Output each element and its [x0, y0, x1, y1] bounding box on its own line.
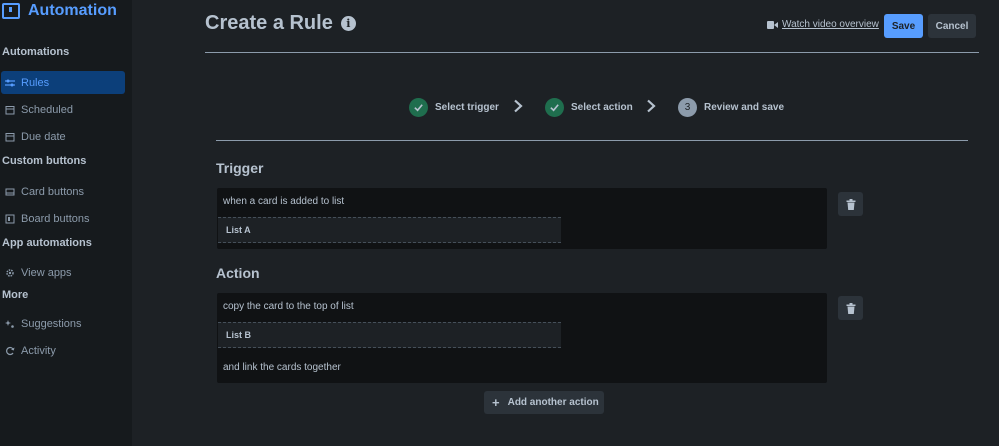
check-icon: [545, 97, 564, 117]
action-heading: Action: [216, 265, 260, 281]
trigger-list-select[interactable]: List A: [218, 217, 561, 243]
info-icon[interactable]: i: [340, 16, 356, 31]
cancel-button[interactable]: Cancel: [928, 14, 976, 38]
step-review-and-save: 3 Review and save: [678, 97, 784, 117]
refresh-icon: [5, 346, 15, 356]
page-title: Create a Rule i: [205, 12, 356, 35]
sidebar-item-label: Due date: [21, 130, 66, 143]
sidebar-item-rules[interactable]: Rules: [1, 71, 125, 94]
chevron-right-icon: [646, 99, 656, 113]
sidebar: Automation Automations Rules Scheduled D…: [0, 0, 132, 446]
action-text: copy the card to the top of list: [223, 301, 354, 312]
chevron-right-icon: [513, 99, 523, 113]
trigger-card: when a card is added to list List A: [217, 188, 827, 249]
delete-trigger-button[interactable]: [838, 192, 863, 216]
sidebar-item-due-date[interactable]: Due date: [1, 125, 125, 148]
action-card: copy the card to the top of list List B …: [217, 293, 827, 383]
sidebar-item-label: Card buttons: [21, 185, 84, 198]
trash-icon: [846, 302, 855, 314]
plus-icon: +: [492, 395, 500, 410]
card-icon: [5, 187, 15, 197]
sidebar-item-scheduled[interactable]: Scheduled: [1, 98, 125, 121]
calendar-icon: [5, 105, 15, 115]
step-select-trigger[interactable]: Select trigger: [409, 97, 499, 117]
page-title-text: Create a Rule: [205, 12, 333, 34]
action-list-select[interactable]: List B: [218, 322, 561, 348]
add-action-label: Add another action: [507, 397, 599, 408]
section-heading-automations: Automations: [2, 46, 70, 58]
trigger-heading: Trigger: [216, 160, 264, 176]
sidebar-item-label: Suggestions: [21, 317, 82, 330]
check-icon: [409, 97, 428, 117]
trash-icon: [846, 198, 855, 210]
sidebar-item-board-buttons[interactable]: Board buttons: [1, 207, 125, 230]
step-select-action[interactable]: Select action: [545, 97, 633, 117]
step-number: 3: [678, 97, 697, 117]
sparkle-icon: [5, 319, 15, 329]
sidebar-item-card-buttons[interactable]: Card buttons: [1, 180, 125, 203]
step-label: Select trigger: [435, 101, 499, 113]
sidebar-item-label: Board buttons: [21, 212, 90, 225]
sliders-icon: [5, 78, 15, 88]
section-heading-app-automations: App automations: [2, 237, 92, 249]
sidebar-item-label: Activity: [21, 344, 56, 357]
board-icon: [5, 214, 15, 224]
calendar-icon: [5, 132, 15, 142]
steps-divider: [216, 140, 968, 141]
header-divider: [205, 52, 979, 53]
watch-video-label: Watch video overview: [782, 19, 879, 30]
gear-icon: [5, 268, 15, 278]
sidebar-item-suggestions[interactable]: Suggestions: [1, 312, 125, 335]
brand[interactable]: Automation: [2, 0, 117, 22]
add-another-action-button[interactable]: + Add another action: [484, 391, 604, 414]
sidebar-item-activity[interactable]: Activity: [1, 339, 125, 362]
section-heading-more: More: [2, 289, 29, 301]
delete-action-button[interactable]: [838, 296, 863, 320]
sidebar-item-label: Rules: [21, 76, 50, 89]
trigger-text: when a card is added to list: [223, 196, 345, 207]
video-camera-icon: [767, 20, 778, 29]
step-label: Select action: [571, 101, 633, 113]
sidebar-item-view-apps[interactable]: View apps: [1, 261, 125, 284]
action-suffix-text: and link the cards together: [223, 362, 341, 373]
watch-video-link[interactable]: Watch video overview: [767, 19, 879, 30]
app-title: Automation: [28, 2, 117, 19]
automation-icon: [2, 3, 20, 19]
sidebar-item-label: Scheduled: [21, 103, 73, 116]
step-label: Review and save: [704, 101, 785, 113]
section-heading-custom-buttons: Custom buttons: [2, 155, 87, 167]
save-button[interactable]: Save: [884, 14, 923, 38]
sidebar-item-label: View apps: [21, 266, 72, 279]
